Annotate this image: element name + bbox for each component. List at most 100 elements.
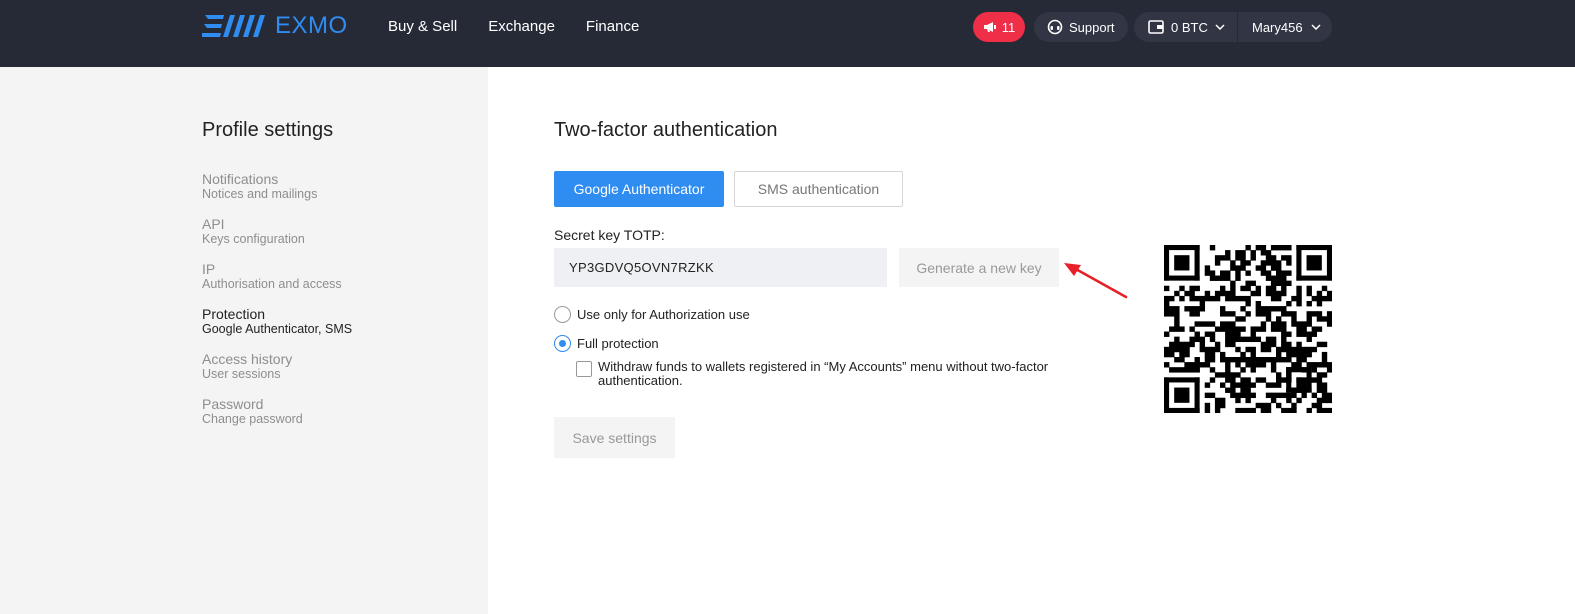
qr-module	[1179, 341, 1185, 348]
qr-module	[1245, 295, 1251, 302]
option-authorization-only[interactable]: Use only for Authorization use	[554, 306, 750, 323]
qr-module	[1164, 275, 1200, 281]
sidebar-item-subtitle: User sessions	[202, 367, 281, 381]
radio-authorization-only[interactable]	[554, 306, 571, 323]
qr-module	[1281, 270, 1287, 276]
qr-module	[1291, 402, 1297, 409]
qr-module	[1260, 321, 1267, 327]
wallet-balance-dropdown[interactable]: 0 BTC	[1134, 12, 1238, 42]
tab-google-authenticator[interactable]: Google Authenticator	[554, 171, 724, 207]
qr-module	[1214, 402, 1221, 409]
generate-key-button[interactable]: Generate a new key	[899, 248, 1059, 287]
qr-module	[1169, 326, 1175, 332]
qr-module	[1316, 382, 1323, 388]
qr-module	[1306, 316, 1312, 322]
qr-module	[1255, 362, 1262, 368]
qr-module	[1240, 367, 1246, 373]
user-menu-dropdown[interactable]: Mary456	[1238, 12, 1321, 42]
qr-module	[1214, 397, 1221, 404]
option-full-protection-label: Full protection	[577, 336, 659, 351]
qr-module	[1235, 326, 1241, 332]
qr-module	[1321, 372, 1328, 378]
brand-name: EXMO	[275, 12, 348, 39]
nav-finance[interactable]: Finance	[586, 17, 639, 37]
support-button[interactable]: Support	[1034, 12, 1128, 42]
qr-module	[1260, 306, 1267, 312]
qr-module	[1240, 387, 1246, 393]
tab-sms-authentication[interactable]: SMS authentication	[734, 171, 903, 207]
qr-module	[1316, 311, 1323, 317]
qr-module	[1286, 301, 1292, 307]
save-settings-button[interactable]: Save settings	[554, 417, 675, 458]
qr-module	[1225, 387, 1231, 393]
qr-module	[1321, 316, 1328, 322]
qr-module	[1270, 295, 1277, 302]
sidebar-item-password[interactable]: Password Change password	[202, 396, 352, 441]
qr-module	[1301, 357, 1307, 363]
qr-module	[1194, 331, 1200, 337]
qr-module	[1286, 397, 1292, 404]
qr-module	[1316, 326, 1323, 332]
qr-module	[1326, 362, 1332, 368]
qr-module	[1194, 295, 1200, 302]
qr-module	[1225, 326, 1231, 332]
qr-module	[1225, 372, 1231, 378]
qr-module	[1270, 321, 1277, 327]
qr-module	[1265, 275, 1272, 281]
qr-module	[1189, 336, 1195, 343]
qr-module	[1326, 311, 1332, 317]
qr-module	[1296, 341, 1302, 348]
qr-module	[1230, 311, 1236, 317]
qr-module	[1184, 290, 1190, 297]
logo[interactable]: EXMO	[202, 12, 348, 40]
qr-module	[1240, 377, 1246, 383]
qr-module	[1174, 387, 1190, 403]
account-controls: 0 BTC Mary456	[1134, 12, 1332, 42]
qr-module	[1281, 285, 1287, 292]
qr-module	[1169, 351, 1175, 358]
nav-buy-sell[interactable]: Buy & Sell	[388, 17, 457, 37]
qr-module	[1255, 306, 1262, 312]
sidebar-item-notifications[interactable]: Notifications Notices and mailings	[202, 171, 352, 216]
withdraw-without-2fa-option[interactable]: Withdraw funds to wallets registered in …	[576, 360, 1076, 388]
qr-module	[1250, 382, 1256, 388]
qr-module	[1311, 331, 1318, 337]
qr-module	[1250, 362, 1256, 368]
qr-module	[1189, 341, 1195, 348]
secret-key-field[interactable]	[554, 248, 887, 287]
qr-module	[1245, 357, 1251, 363]
nav-exchange[interactable]: Exchange	[488, 17, 555, 37]
option-full-protection[interactable]: Full protection	[554, 335, 659, 352]
sidebar-item-title: Access history	[202, 351, 293, 367]
qr-module	[1225, 341, 1231, 348]
sidebar-item-api[interactable]: API Keys configuration	[202, 216, 352, 261]
sidebar-item-access-history[interactable]: Access history User sessions	[202, 351, 352, 396]
qr-module	[1245, 387, 1251, 393]
qr-module	[1296, 351, 1302, 358]
notifications-button[interactable]: 11	[973, 12, 1025, 42]
qr-module	[1326, 290, 1332, 297]
radio-full-protection[interactable]	[554, 335, 571, 352]
chevron-down-icon	[1311, 24, 1321, 30]
qr-module	[1225, 362, 1231, 368]
qr-module	[1311, 362, 1318, 368]
sidebar-item-ip[interactable]: IP Authorisation and access	[202, 261, 352, 306]
qr-module	[1286, 367, 1292, 393]
sidebar-item-protection[interactable]: Protection Google Authenticator, SMS	[202, 306, 352, 351]
qr-module	[1255, 326, 1262, 332]
qr-module	[1230, 321, 1236, 327]
qr-module	[1184, 306, 1190, 312]
qr-module	[1235, 265, 1241, 271]
sidebar-item-title: Protection	[202, 306, 266, 322]
qr-module	[1321, 362, 1328, 368]
qr-module	[1311, 346, 1318, 353]
qr-module	[1164, 362, 1170, 368]
qr-module	[1270, 382, 1277, 388]
withdraw-checkbox[interactable]	[576, 361, 592, 377]
qr-module	[1311, 326, 1318, 332]
qr-module	[1286, 255, 1292, 261]
qr-module	[1316, 387, 1323, 393]
qr-module	[1220, 372, 1226, 378]
qr-module	[1265, 402, 1272, 409]
qr-module	[1311, 311, 1318, 317]
